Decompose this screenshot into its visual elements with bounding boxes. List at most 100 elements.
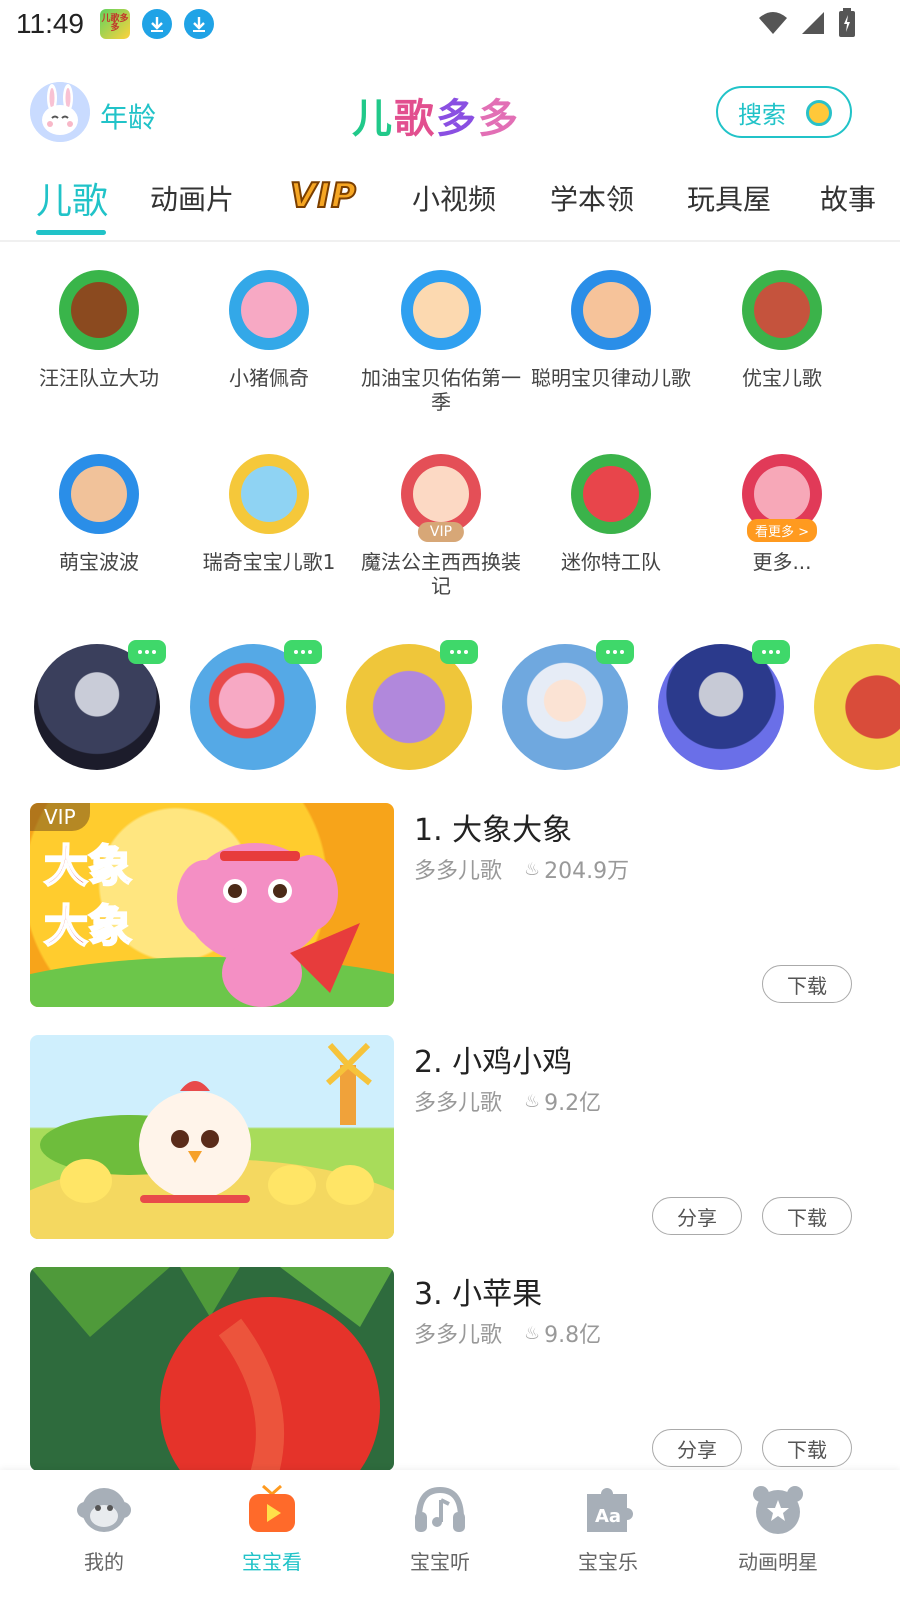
star-avatar-pony[interactable] bbox=[346, 640, 478, 770]
logo-char: 多 bbox=[436, 96, 478, 142]
chat-bubble-icon bbox=[284, 640, 322, 664]
tab-indicator bbox=[36, 230, 106, 235]
fire-icon: ♨ bbox=[524, 858, 541, 880]
star-avatar-peppa[interactable] bbox=[190, 640, 322, 770]
search-button[interactable]: 搜索 bbox=[716, 86, 852, 138]
category-label: 汪汪队立大功 bbox=[39, 366, 159, 390]
download-notification-icon bbox=[142, 9, 172, 39]
category-item[interactable]: 汪汪队立大功 bbox=[14, 270, 184, 390]
share-button[interactable]: 分享 bbox=[652, 1429, 742, 1467]
vip-badge: VIP bbox=[30, 803, 90, 831]
tab-erge[interactable]: 儿歌 bbox=[36, 172, 108, 224]
bunny-icon bbox=[229, 454, 309, 534]
tab-xiaoshipin[interactable]: 小视频 bbox=[412, 178, 496, 218]
tv-play-icon bbox=[243, 1484, 301, 1536]
vip-badge: VIP bbox=[417, 522, 465, 542]
category-item[interactable]: 萌宝波波 bbox=[14, 454, 184, 574]
category-label: 迷你特工队 bbox=[561, 550, 661, 574]
search-label: 搜索 bbox=[738, 100, 786, 129]
wifi-icon bbox=[759, 12, 787, 34]
princess-icon: VIP bbox=[401, 454, 481, 542]
chat-bubble-icon bbox=[752, 640, 790, 664]
song-author: 多多儿歌 bbox=[414, 1091, 503, 1116]
logo-char: 歌 bbox=[394, 96, 436, 142]
category-item[interactable]: 瑞奇宝宝儿歌1 bbox=[184, 454, 354, 574]
logo-char: 儿 bbox=[352, 96, 394, 142]
app-logo: 儿歌多多 bbox=[352, 86, 520, 144]
song-meta: 多多儿歌 ♨ 9.8亿 bbox=[414, 1317, 601, 1349]
song-thumbnail[interactable] bbox=[30, 1267, 394, 1471]
chat-bubble-icon bbox=[440, 640, 478, 664]
battery-icon bbox=[839, 8, 855, 37]
song-author: 多多儿歌 bbox=[414, 1323, 503, 1348]
tab-xuebenling[interactable]: 学本领 bbox=[550, 178, 634, 218]
status-notification-icons: 儿歌多多 bbox=[100, 9, 214, 39]
nav-label: 宝宝乐 bbox=[578, 1550, 638, 1574]
category-item[interactable]: 小猪佩奇 bbox=[184, 270, 354, 390]
nav-item-wode[interactable]: 我的 bbox=[44, 1484, 164, 1575]
bear-star-icon bbox=[749, 1484, 807, 1536]
thumbnail-title: 大象 大象 bbox=[43, 840, 133, 953]
fox-girl-icon bbox=[742, 270, 822, 350]
nav-item-donghuamingxing[interactable]: 动画明星 bbox=[718, 1484, 838, 1575]
tab-gushi[interactable]: 故事 bbox=[820, 178, 876, 218]
category-item[interactable]: 聪明宝贝律动儿歌 bbox=[526, 270, 696, 390]
song-title: 1. 大象大象 bbox=[414, 813, 573, 848]
monkey-icon bbox=[75, 1484, 133, 1536]
age-button[interactable]: 年龄 bbox=[100, 96, 156, 136]
tab-wanjuwu[interactable]: 玩具屋 bbox=[687, 178, 771, 218]
category-item[interactable]: 优宝儿歌 bbox=[697, 270, 867, 390]
download-button[interactable]: 下载 bbox=[762, 1197, 852, 1235]
category-item[interactable]: 加油宝贝佑佑第一季 bbox=[356, 270, 526, 414]
star-avatar-robot[interactable] bbox=[814, 644, 900, 770]
star-avatar-elsa[interactable] bbox=[502, 640, 634, 770]
boy-icon bbox=[59, 454, 139, 534]
category-item[interactable]: VIP 魔法公主西西换装记 bbox=[356, 454, 526, 598]
song-author: 多多儿歌 bbox=[414, 859, 503, 884]
song-title: 2. 小鸡小鸡 bbox=[414, 1045, 573, 1080]
app-notification-icon: 儿歌多多 bbox=[100, 9, 130, 39]
nav-label: 宝宝听 bbox=[410, 1550, 470, 1574]
nav-item-baobaoting[interactable]: 宝宝听 bbox=[380, 1484, 500, 1575]
peppa-pig-icon bbox=[229, 270, 309, 350]
category-label: 魔法公主西西换装记 bbox=[361, 550, 521, 598]
song-meta: 多多儿歌 ♨ 9.2亿 bbox=[414, 1085, 601, 1117]
song-thumbnail[interactable]: VIP 大象 大象 bbox=[30, 803, 394, 1007]
tab-donghuapian[interactable]: 动画片 bbox=[150, 178, 234, 218]
category-label: 小猪佩奇 bbox=[229, 366, 309, 390]
category-label: 瑞奇宝宝儿歌1 bbox=[202, 550, 336, 574]
song-title: 3. 小苹果 bbox=[414, 1277, 543, 1312]
category-label: 加油宝贝佑佑第一季 bbox=[361, 366, 521, 414]
nav-item-baobaokan[interactable]: 宝宝看 bbox=[212, 1484, 332, 1575]
song-thumbnail[interactable] bbox=[30, 1035, 394, 1239]
song-item[interactable]: 2. 小鸡小鸡 多多儿歌 ♨ 9.2亿 分享 下载 bbox=[0, 1035, 900, 1241]
download-button[interactable]: 下载 bbox=[762, 965, 852, 1003]
search-icon bbox=[806, 100, 832, 126]
share-button[interactable]: 分享 bbox=[652, 1197, 742, 1235]
status-time: 11:49 bbox=[16, 8, 84, 39]
chick-thumbnail-art bbox=[30, 1042, 394, 1239]
download-notification-icon bbox=[184, 9, 214, 39]
play-count: 204.9万 bbox=[544, 859, 630, 884]
category-label: 优宝儿歌 bbox=[742, 366, 822, 390]
divider bbox=[0, 240, 900, 242]
avatar[interactable] bbox=[30, 82, 90, 142]
category-item-more[interactable]: 看更多 > 更多... bbox=[697, 454, 867, 574]
animation-star-row bbox=[0, 640, 900, 774]
tab-vip[interactable]: VIP bbox=[289, 175, 357, 217]
bunny-avatar-icon bbox=[30, 82, 90, 142]
nav-item-baobaole[interactable]: Aa 宝宝乐 bbox=[548, 1484, 668, 1575]
status-system-icons bbox=[758, 8, 856, 38]
song-item[interactable]: VIP 大象 大象 1. 大象大象 多多儿歌 ♨ 204.9万 下载 bbox=[0, 803, 900, 1009]
star-avatar-ultraman-zero[interactable] bbox=[34, 640, 166, 770]
star-avatar-ultraman[interactable] bbox=[658, 640, 790, 770]
song-item[interactable]: 3. 小苹果 多多儿歌 ♨ 9.8亿 分享 下载 bbox=[0, 1267, 900, 1473]
apple-thumbnail-art bbox=[30, 1267, 394, 1471]
paw-patrol-chase-icon bbox=[59, 270, 139, 350]
category-label: 萌宝波波 bbox=[59, 550, 139, 574]
download-button[interactable]: 下载 bbox=[762, 1429, 852, 1467]
play-count: 9.8亿 bbox=[544, 1323, 602, 1348]
category-item[interactable]: 迷你特工队 bbox=[526, 454, 696, 574]
song-meta: 多多儿歌 ♨ 204.9万 bbox=[414, 853, 629, 885]
puzzle-icon: Aa bbox=[579, 1484, 637, 1536]
